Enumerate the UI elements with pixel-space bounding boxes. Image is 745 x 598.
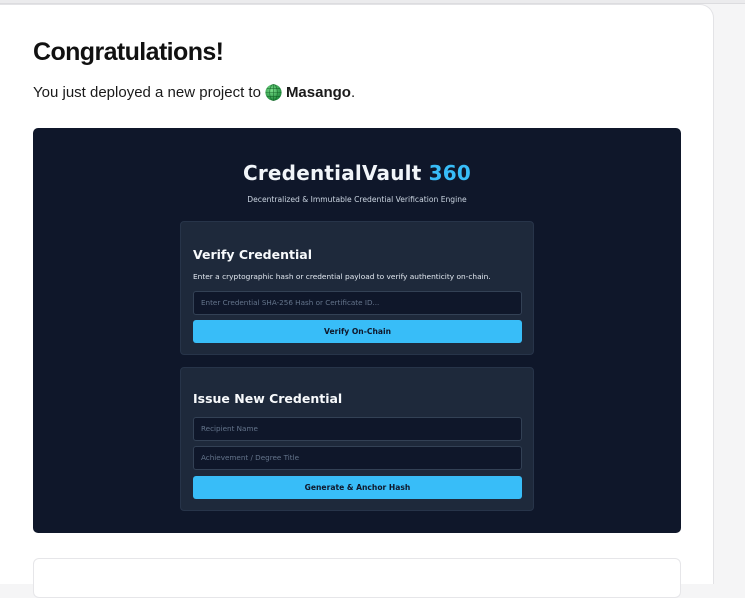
project-preview[interactable]: CredentialVault 360 Decentralized & Immu… bbox=[33, 128, 681, 533]
achievement-title-input[interactable]: Achievement / Degree Title bbox=[193, 446, 522, 470]
deploy-message-text: You just deployed a new project to bbox=[33, 84, 261, 101]
deploy-message: You just deployed a new project to Masan… bbox=[33, 84, 355, 101]
app-title: CredentialVault 360 bbox=[33, 161, 681, 185]
app-title-main: CredentialVault bbox=[242, 161, 422, 185]
deploy-message-end: . bbox=[350, 84, 356, 101]
app-title-accent: 360 bbox=[428, 161, 472, 185]
globe-icon bbox=[265, 84, 282, 101]
verify-on-chain-button[interactable]: Verify On-Chain bbox=[193, 320, 522, 343]
verify-card-description: Enter a cryptographic hash or credential… bbox=[193, 272, 491, 281]
page-title: Congratulations! bbox=[33, 38, 224, 66]
generate-anchor-hash-button[interactable]: Generate & Anchor Hash bbox=[193, 476, 522, 499]
recipient-name-input[interactable]: Recipient Name bbox=[193, 417, 522, 441]
next-section-card bbox=[33, 558, 681, 598]
verify-card-title: Verify Credential bbox=[193, 247, 312, 262]
credential-hash-input[interactable]: Enter Credential SHA-256 Hash or Certifi… bbox=[193, 291, 522, 315]
verify-credential-card: Verify Credential Enter a cryptographic … bbox=[180, 221, 534, 355]
issue-card-title: Issue New Credential bbox=[193, 391, 343, 406]
issue-credential-card: Issue New Credential Recipient Name Achi… bbox=[180, 367, 534, 511]
app-subtitle: Decentralized & Immutable Credential Ver… bbox=[247, 195, 467, 204]
brand-link[interactable]: Masango bbox=[286, 84, 351, 101]
